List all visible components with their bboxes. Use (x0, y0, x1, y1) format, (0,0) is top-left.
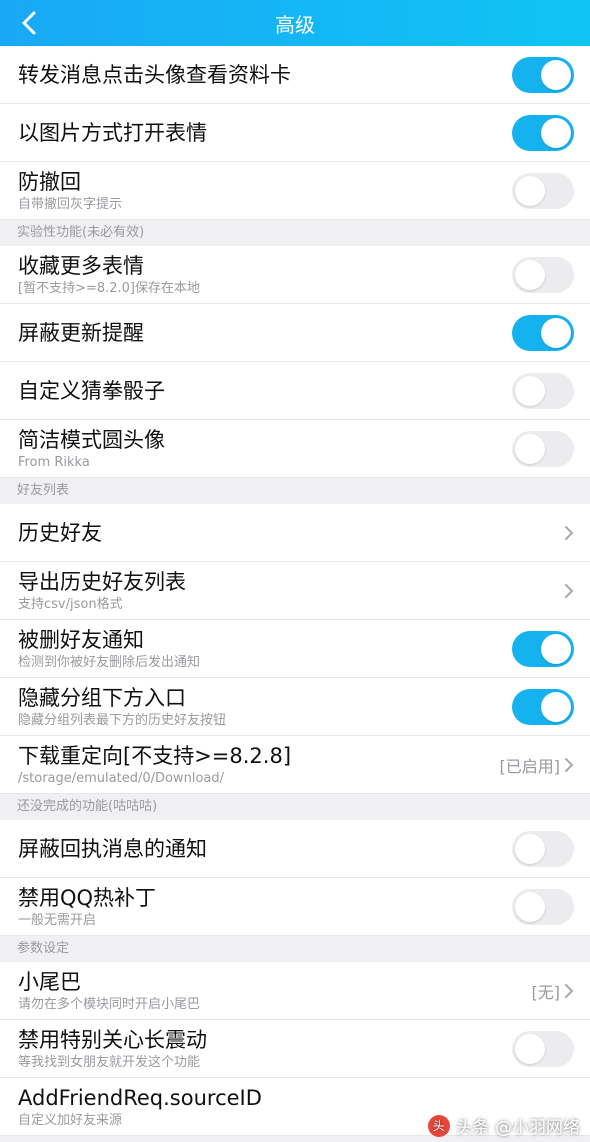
setting-description: From Rikka (18, 454, 90, 470)
setting-label: AddFriendReq.sourceID (18, 1085, 262, 1110)
back-button[interactable] (14, 8, 44, 38)
toggle-switch[interactable] (512, 56, 574, 93)
setting-description: 隐藏分组列表最下方的历史好友按钮 (18, 712, 227, 728)
setting-label: 历史好友 (18, 520, 102, 545)
setting-value: [无] (531, 982, 561, 1002)
setting-description: 等我找到女朋友就开发这个功能 (18, 1054, 201, 1070)
toggle-knob (515, 891, 545, 922)
toggle-switch[interactable] (512, 114, 574, 151)
section-header-friends: 好友列表 (0, 478, 590, 504)
setting-label: 屏蔽更新提醒 (18, 320, 144, 345)
setting-block-receipt-notify[interactable]: 屏蔽回执消息的通知 (0, 820, 590, 878)
setting-label: 下载重定向[不支持>=8.2.8] (18, 743, 292, 768)
setting-label: 以图片方式打开表情 (18, 120, 207, 145)
setting-value: [已启用] (499, 756, 561, 776)
toggle-switch[interactable] (512, 314, 574, 351)
setting-favorite-more-emoji[interactable]: 收藏更多表情 [暂不支持>=8.2.0]保存在本地 (0, 246, 590, 304)
setting-tail-message[interactable]: 小尾巴 请勿在多个模块同时开启小尾巴 [无] (0, 962, 590, 1020)
setting-open-emoji-as-image[interactable]: 以图片方式打开表情 (0, 104, 590, 162)
toggle-knob (515, 175, 545, 206)
setting-description: [暂不支持>=8.2.0]保存在本地 (18, 280, 201, 296)
watermark: 头 头条 @小羽网络 (427, 1113, 580, 1138)
setting-block-update-reminder[interactable]: 屏蔽更新提醒 (0, 304, 590, 362)
page-title: 高级 (275, 12, 315, 37)
setting-disable-long-vibrate[interactable]: 禁用特别关心长震动 等我找到女朋友就开发这个功能 (0, 1020, 590, 1078)
settings-list: 转发消息点击头像查看资料卡 以图片方式打开表情 防撤回 自带撤回灰字提示 实验性… (0, 46, 590, 1136)
setting-description: /storage/emulated/0/Download/ (18, 770, 225, 786)
setting-label: 转发消息点击头像查看资料卡 (18, 62, 291, 87)
setting-label: 被删好友通知 (18, 627, 144, 652)
setting-custom-dice[interactable]: 自定义猜拳骰子 (0, 362, 590, 420)
setting-description: 请勿在多个模块同时开启小尾巴 (18, 996, 201, 1012)
setting-label: 小尾巴 (18, 969, 81, 994)
setting-disable-hotpatch[interactable]: 禁用QQ热补丁 一般无需开启 (0, 878, 590, 936)
section-header-params: 参数设定 (0, 936, 590, 962)
setting-description: 自带撤回灰字提示 (18, 196, 123, 212)
toggle-switch[interactable] (512, 172, 574, 209)
toggle-knob (515, 1033, 545, 1064)
setting-label: 防撤回 (18, 169, 81, 194)
setting-export-history-friends[interactable]: 导出历史好友列表 支持csv/json格式 (0, 562, 590, 620)
setting-anti-recall[interactable]: 防撤回 自带撤回灰字提示 (0, 162, 590, 220)
setting-description: 支持csv/json格式 (18, 596, 123, 612)
toggle-knob (515, 375, 545, 406)
setting-label: 自定义猜拳骰子 (18, 378, 165, 403)
top-bar: 高级 (0, 0, 590, 46)
chevron-left-icon (22, 11, 36, 35)
chevron-right-icon (565, 757, 574, 772)
watermark-text: 头条 @小羽网络 (455, 1118, 580, 1138)
toggle-switch[interactable] (512, 430, 574, 467)
toggle-switch[interactable] (512, 830, 574, 867)
toggle-knob (515, 259, 545, 290)
setting-label: 收藏更多表情 (18, 253, 144, 278)
toggle-switch[interactable] (512, 256, 574, 293)
toggle-switch[interactable] (512, 372, 574, 409)
toggle-knob (541, 117, 571, 148)
toggle-knob (515, 433, 545, 464)
setting-label: 禁用特别关心长震动 (18, 1027, 207, 1052)
setting-hide-group-entry[interactable]: 隐藏分组下方入口 隐藏分组列表最下方的历史好友按钮 (0, 678, 590, 736)
setting-description: 一般无需开启 (18, 912, 97, 928)
setting-label: 导出历史好友列表 (18, 569, 186, 594)
setting-round-avatar[interactable]: 简洁模式圆头像 From Rikka (0, 420, 590, 478)
toggle-switch[interactable] (512, 1030, 574, 1067)
setting-download-redirect[interactable]: 下载重定向[不支持>=8.2.8] /storage/emulated/0/Do… (0, 736, 590, 794)
setting-label: 禁用QQ热补丁 (18, 885, 157, 910)
toggle-knob (541, 59, 571, 90)
toggle-knob (541, 691, 571, 722)
setting-forward-avatar-card[interactable]: 转发消息点击头像查看资料卡 (0, 46, 590, 104)
chevron-right-icon (565, 525, 574, 540)
chevron-right-icon (565, 583, 574, 598)
setting-label: 屏蔽回执消息的通知 (18, 836, 207, 861)
toggle-switch[interactable] (512, 888, 574, 925)
setting-deleted-friend-notify[interactable]: 被删好友通知 检测到你被好友删除后发出通知 (0, 620, 590, 678)
setting-description: 检测到你被好友删除后发出通知 (18, 654, 201, 670)
setting-label: 隐藏分组下方入口 (18, 685, 186, 710)
setting-label: 简洁模式圆头像 (18, 427, 165, 452)
toggle-knob (515, 833, 545, 864)
toggle-switch[interactable] (512, 688, 574, 725)
setting-history-friends[interactable]: 历史好友 (0, 504, 590, 562)
toggle-knob (541, 317, 571, 348)
section-header-experimental: 实验性功能(未必有效) (0, 220, 590, 246)
chevron-right-icon (565, 983, 574, 998)
toutiao-logo-icon: 头 (427, 1114, 450, 1137)
section-header-unfinished: 还没完成的功能(咕咕咕) (0, 794, 590, 820)
toggle-knob (541, 633, 571, 664)
toggle-switch[interactable] (512, 630, 574, 667)
